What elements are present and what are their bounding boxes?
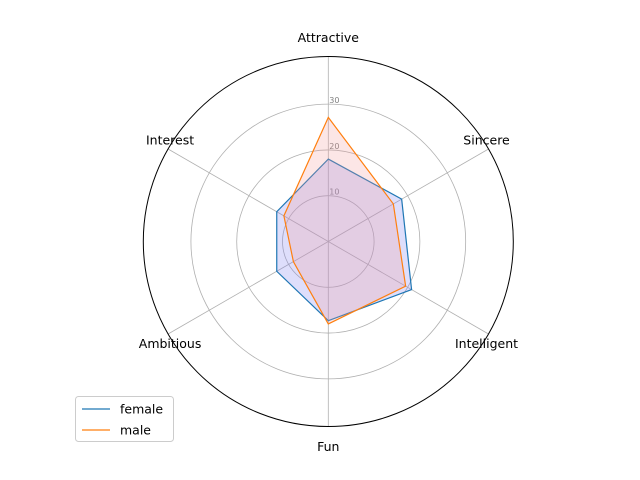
category-label: Interest (146, 132, 194, 147)
category-label: Sincere (463, 132, 510, 147)
radial-tick-label: 30 (329, 96, 339, 105)
legend-label-male: male (120, 423, 151, 438)
legend: female male (75, 396, 174, 442)
legend-label-female: female (120, 402, 163, 417)
category-label: Fun (317, 439, 339, 454)
radar-chart: 102030AttractiveSincereIntelligentFunAmb… (75, 30, 518, 454)
category-label: Intelligent (455, 336, 518, 351)
category-label: Attractive (298, 30, 360, 45)
category-label: Ambitious (139, 336, 202, 351)
